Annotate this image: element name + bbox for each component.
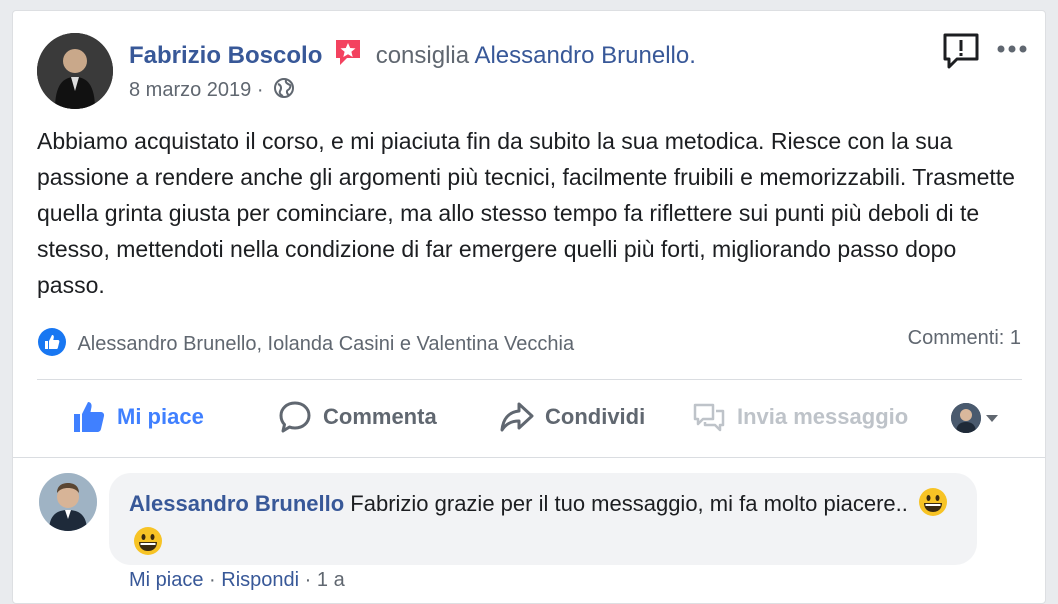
comment-text: Fabrizio grazie per il tuo messaggio, mi… <box>350 491 908 516</box>
comment-bubble: Alessandro Brunello Fabrizio grazie per … <box>109 473 977 565</box>
send-message-label: Invia messaggio <box>737 404 909 429</box>
share-button[interactable]: Condividi <box>499 395 645 439</box>
post-header-line: Fabrizio Boscolo consiglia Alessandro Br… <box>129 37 696 74</box>
share-button-label: Condividi <box>545 404 646 429</box>
recommend-verb: consiglia <box>375 42 470 69</box>
thumbs-up-icon <box>74 402 105 432</box>
grinning-emoji-icon <box>918 487 948 526</box>
comment-actions-separator: · <box>304 569 312 591</box>
comment-button-label: Commenta <box>323 404 437 429</box>
share-icon <box>500 402 534 432</box>
comment-like-link[interactable]: Mi piace <box>129 569 203 591</box>
post-body: Abbiamo acquistato il corso, e mi piaciu… <box>37 128 1015 298</box>
comment-time[interactable]: 1 a <box>317 569 345 591</box>
page-selector[interactable] <box>951 403 1003 433</box>
report-icon[interactable] <box>941 31 981 71</box>
comment-reply-link[interactable]: Rispondi <box>221 569 299 591</box>
post-date-link[interactable]: 8 marzo 2019 <box>129 79 251 101</box>
comment-actions-separator: · <box>209 569 216 591</box>
like-button-label: Mi piace <box>117 404 204 429</box>
comment-button[interactable]: Commenta <box>277 395 437 439</box>
like-reaction-icon <box>37 327 67 363</box>
like-button[interactable]: Mi piace <box>71 395 204 439</box>
send-message-button[interactable]: Invia messaggio <box>691 395 908 439</box>
commenter-avatar[interactable] <box>39 473 97 531</box>
chevron-down-icon <box>986 415 998 422</box>
meta-separator: · <box>256 79 264 101</box>
author-name-link[interactable]: Fabrizio Boscolo <box>129 42 322 69</box>
grinning-emoji-icon <box>133 526 163 565</box>
globe-icon[interactable] <box>273 77 295 105</box>
recommend-star-icon <box>333 37 363 74</box>
page-avatar <box>951 403 981 433</box>
reactions-names: Alessandro Brunello, Iolanda Casini e Va… <box>77 333 575 355</box>
message-icon <box>693 403 725 432</box>
commenter-name-link[interactable]: Alessandro Brunello <box>129 491 344 516</box>
comments-count-link[interactable]: Commenti: 1 <box>908 327 1021 350</box>
comment-actions: Mi piace · Rispondi · 1 a <box>129 569 345 592</box>
post-meta: 8 marzo 2019 · <box>129 77 295 105</box>
author-avatar[interactable] <box>37 33 113 109</box>
recommended-page-link[interactable]: Alessandro Brunello. <box>474 42 695 69</box>
divider <box>37 379 1022 380</box>
more-icon[interactable] <box>995 37 1029 61</box>
post-card: Fabrizio Boscolo consiglia Alessandro Br… <box>12 10 1046 604</box>
comment-icon <box>279 401 311 433</box>
reactions-summary[interactable]: Alessandro Brunello, Iolanda Casini e Va… <box>37 327 574 363</box>
comments-separator <box>13 457 1045 458</box>
